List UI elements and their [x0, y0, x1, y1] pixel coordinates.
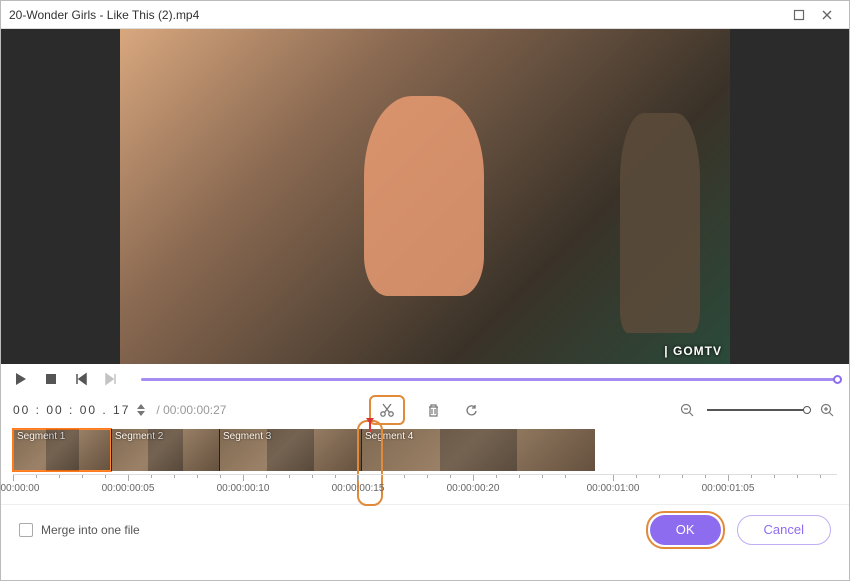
merge-label: Merge into one file	[41, 523, 140, 537]
ruler-tick-label: 00:00:00:00	[0, 483, 39, 494]
time-spin-up[interactable]	[136, 403, 146, 410]
reset-button[interactable]	[461, 400, 481, 420]
zoom-slider[interactable]	[707, 409, 807, 411]
ruler-tick-label: 00:00:00:20	[447, 483, 500, 494]
ruler-tick: 00:00:00:00	[13, 475, 66, 494]
video-preview-area: | GOMTV	[1, 29, 849, 364]
ruler-tick-label: 00:00:00:15	[332, 483, 385, 494]
segment-3[interactable]: Segment 3	[219, 429, 361, 471]
window-title: 20-Wonder Girls - Like This (2).mp4	[9, 8, 785, 22]
cut-highlight	[369, 395, 405, 425]
progress-bar[interactable]	[141, 378, 837, 381]
editor-window: 20-Wonder Girls - Like This (2).mp4 | GO…	[0, 0, 850, 581]
ruler-tick: 00:00:01:00	[613, 475, 666, 494]
zoom-knob[interactable]	[803, 406, 811, 414]
ruler-tick-label: 00:00:00:10	[217, 483, 270, 494]
ok-highlight: OK	[646, 511, 725, 549]
segment-4[interactable]: Segment 4	[361, 429, 595, 471]
ok-button[interactable]: OK	[650, 515, 721, 545]
current-time-value: 00 : 00 : 00 . 17	[13, 403, 130, 417]
playback-controls	[1, 364, 849, 394]
center-tool-group	[369, 395, 481, 425]
ruler-tick: 00:00:01:05	[728, 475, 781, 494]
close-button[interactable]	[813, 4, 841, 26]
total-duration: / 00:00:00:27	[156, 403, 226, 417]
play-button[interactable]	[13, 371, 29, 387]
zoom-out-button[interactable]	[677, 400, 697, 420]
ruler-tick: 00:00:00:10	[243, 475, 296, 494]
time-ruler[interactable]: 00:00:00:0000:00:00:0500:00:00:1000:00:0…	[13, 474, 837, 504]
ruler-tick-label: 00:00:00:05	[102, 483, 155, 494]
time-spin-down[interactable]	[136, 410, 146, 417]
current-time-input[interactable]: 00 : 00 : 00 . 17	[13, 403, 146, 417]
cancel-button[interactable]: Cancel	[737, 515, 831, 545]
ruler-tick: 00:00:00:15	[358, 475, 411, 494]
zoom-controls	[677, 400, 837, 420]
time-ruler-row: 00:00:00:0000:00:00:0500:00:00:1000:00:0…	[1, 474, 849, 504]
segment-2[interactable]: Segment 2	[111, 429, 219, 471]
ruler-tick-label: 00:00:01:00	[587, 483, 640, 494]
time-tools-row: 00 : 00 : 00 . 17 / 00:00:00:27	[1, 394, 849, 426]
ruler-tick: 00:00:00:05	[128, 475, 181, 494]
cut-button[interactable]	[377, 400, 397, 420]
delete-button[interactable]	[423, 400, 443, 420]
zoom-in-button[interactable]	[817, 400, 837, 420]
stop-button[interactable]	[43, 371, 59, 387]
segments-timeline[interactable]: Segment 1Segment 2Segment 3Segment 4	[1, 426, 849, 474]
progress-knob[interactable]	[833, 375, 842, 384]
prev-frame-button[interactable]	[73, 371, 89, 387]
titlebar: 20-Wonder Girls - Like This (2).mp4	[1, 1, 849, 29]
playhead-marker[interactable]	[369, 422, 371, 432]
time-spinner[interactable]	[136, 403, 146, 417]
ruler-tick: 00:00:00:20	[473, 475, 526, 494]
video-frame[interactable]: | GOMTV	[120, 29, 730, 364]
merge-checkbox[interactable]	[19, 523, 33, 537]
segment-1[interactable]: Segment 1	[13, 429, 111, 471]
watermark: | GOMTV	[664, 344, 722, 358]
footer: Merge into one file OK Cancel	[1, 504, 849, 554]
maximize-button[interactable]	[785, 4, 813, 26]
ruler-tick-label: 00:00:01:05	[702, 483, 755, 494]
next-frame-button[interactable]	[103, 371, 119, 387]
